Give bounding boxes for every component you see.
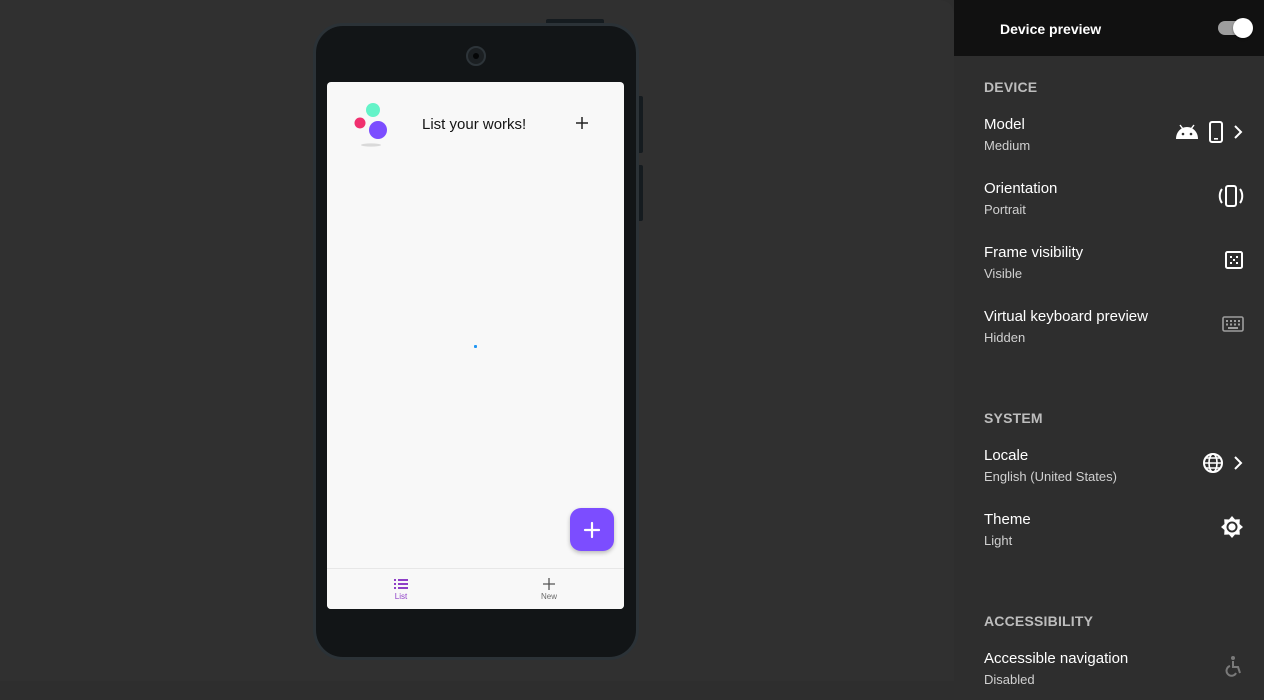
phone-camera: [466, 46, 486, 66]
setting-title: Virtual keyboard preview: [984, 308, 1148, 325]
setting-title: Theme: [984, 511, 1031, 528]
setting-value: Visible: [984, 266, 1023, 281]
setting-row-theme[interactable]: Theme Light: [954, 505, 1264, 561]
panel-header: Device preview: [954, 0, 1264, 56]
device-preview-toggle[interactable]: [1217, 18, 1253, 38]
add-icon[interactable]: [574, 115, 590, 131]
nav-item-label: New: [540, 592, 557, 601]
setting-title: Frame visibility: [984, 244, 1084, 261]
setting-value: Portrait: [984, 202, 1026, 217]
android-icon: [1176, 124, 1198, 139]
toggle-thumb: [1233, 18, 1253, 38]
app-screen: List your works! List New: [327, 82, 624, 609]
preview-canvas: List your works! List New: [0, 0, 954, 681]
setting-value: Medium: [984, 138, 1031, 153]
setting-value: Hidden: [984, 330, 1026, 345]
frame-icon: [1225, 251, 1243, 269]
setting-value: Disabled: [984, 672, 1035, 687]
section-title-accessibility: ACCESSIBILITY: [984, 613, 1094, 629]
screen-rotation-icon: [1218, 185, 1244, 207]
setting-value: English (United States): [984, 469, 1117, 484]
setting-row-orientation[interactable]: Orientation Portrait: [954, 174, 1264, 230]
add-fab-button[interactable]: [570, 508, 614, 551]
app-logo-icon: [354, 103, 387, 147]
setting-row-virtual-keyboard[interactable]: Virtual keyboard preview Hidden: [954, 302, 1264, 358]
setting-title: Accessible navigation: [984, 650, 1129, 667]
phone-icon: [1209, 121, 1223, 143]
brightness-icon: [1221, 516, 1243, 538]
phone-volume-down-button: [639, 165, 643, 221]
panel-title: Device preview: [1000, 21, 1102, 37]
setting-row-model[interactable]: Model Medium: [954, 110, 1264, 166]
globe-icon: [1203, 453, 1223, 473]
setting-title: Orientation: [984, 180, 1058, 197]
keyboard-icon: [1222, 316, 1244, 332]
list-icon: [394, 579, 408, 589]
phone-volume-up-button: [639, 96, 643, 153]
setting-row-locale[interactable]: Locale English (United States): [954, 441, 1264, 497]
plus-icon: [583, 521, 601, 538]
setting-title: Locale: [984, 447, 1029, 464]
accessibility-icon: [1225, 656, 1241, 677]
app-header: List your works!: [327, 82, 624, 162]
setting-title: Model: [984, 116, 1025, 133]
nav-item-new[interactable]: New: [475, 569, 623, 609]
nav-item-list[interactable]: List: [327, 569, 475, 609]
setting-row-frame-visibility[interactable]: Frame visibility Visible: [954, 238, 1264, 294]
section-title-system: SYSTEM: [984, 410, 1043, 426]
chevron-right-icon: [1234, 456, 1243, 470]
device-preview-panel: Device preview DEVICE Model Medium Orien…: [954, 0, 1264, 687]
app-title: List your works!: [422, 116, 527, 133]
section-title-device: DEVICE: [984, 79, 1038, 95]
setting-row-accessible-navigation[interactable]: Accessible navigation Disabled: [954, 644, 1264, 700]
nav-item-label: List: [394, 592, 408, 601]
loading-indicator: [474, 345, 477, 348]
plus-icon: [543, 578, 555, 590]
bottom-navigation: List New: [327, 568, 624, 609]
chevron-right-icon: [1234, 125, 1243, 139]
setting-value: Light: [984, 533, 1013, 548]
